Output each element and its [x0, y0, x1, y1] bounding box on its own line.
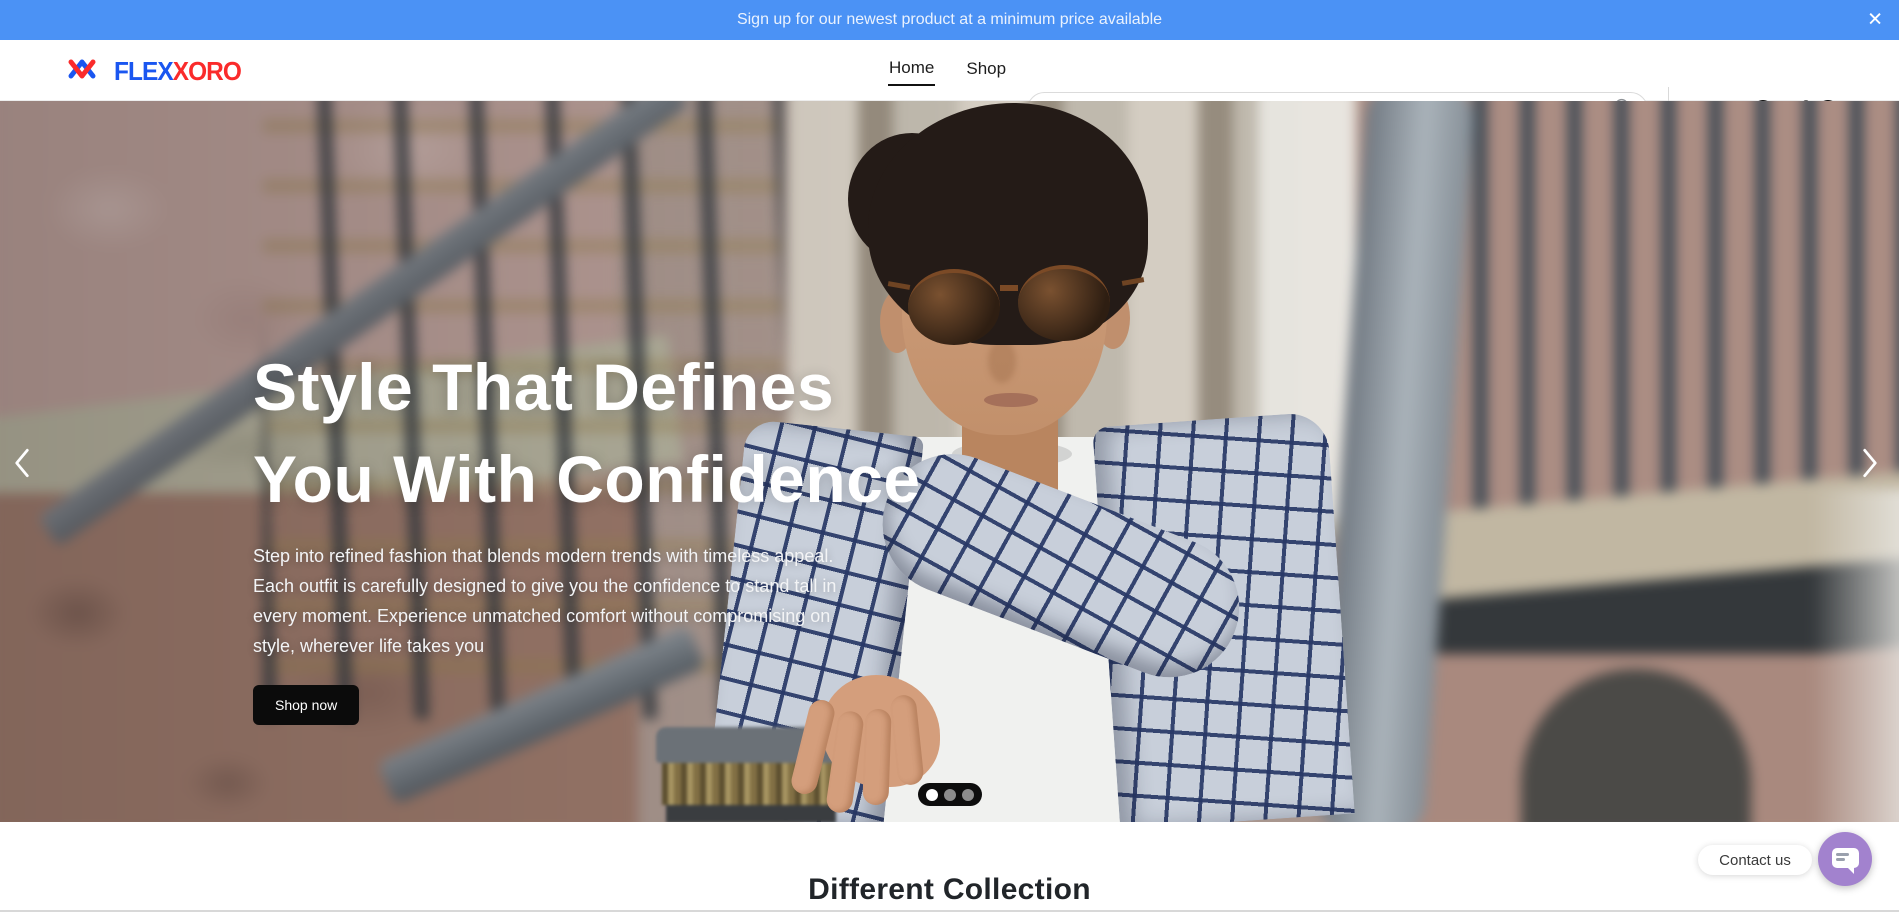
hero-heading: Style That Defines You With Confidence	[253, 341, 921, 525]
close-icon[interactable]: ✕	[1867, 11, 1883, 30]
shop-now-button[interactable]: Shop now	[253, 685, 359, 725]
hero-heading-line2: You With Confidence	[253, 433, 921, 525]
nav-item-shop[interactable]: Shop	[965, 55, 1007, 85]
brand-name-red: XORO	[173, 56, 241, 86]
chat-bubble-icon	[1832, 848, 1859, 868]
hero-paragraph-line: Each outfit is carefully designed to giv…	[253, 571, 836, 601]
carousel-next-arrow-icon[interactable]	[1860, 446, 1880, 483]
hero-carousel: Style That Defines You With Confidence S…	[0, 101, 1899, 822]
storefront-page: Sign up for our newest product at a mini…	[0, 0, 1899, 915]
carousel-dot-1[interactable]	[926, 789, 938, 801]
hero-paragraph-line: style, wherever life takes you	[253, 631, 836, 661]
section-title-different-collection: Different Collection	[0, 873, 1899, 907]
carousel-dot-2[interactable]	[944, 789, 956, 801]
hero-paragraph: Step into refined fashion that blends mo…	[253, 541, 836, 661]
contact-us-button[interactable]: Contact us	[1698, 845, 1812, 875]
hero-paragraph-line: every moment. Experience unmatched comfo…	[253, 601, 836, 631]
announcement-text: Sign up for our newest product at a mini…	[737, 11, 1162, 29]
brand-name: FLEXXORO	[114, 56, 241, 87]
site-header: FLEXXORO Home Shop 0	[0, 40, 1899, 101]
section-divider	[0, 910, 1899, 912]
brand-logo[interactable]: FLEXXORO	[64, 54, 249, 89]
model-sunglasses	[908, 259, 1124, 349]
main-nav: Home Shop	[888, 40, 1007, 100]
model-lips	[984, 393, 1038, 407]
chat-launcher-button[interactable]	[1818, 832, 1872, 886]
logo-mark-icon	[64, 54, 100, 89]
carousel-prev-arrow-icon[interactable]	[12, 446, 32, 483]
nav-item-home[interactable]: Home	[888, 54, 935, 86]
brand-name-blue: FLEX	[114, 56, 173, 86]
hero-paragraph-line: Step into refined fashion that blends mo…	[253, 541, 836, 571]
hero-heading-line1: Style That Defines	[253, 341, 921, 433]
announcement-bar: Sign up for our newest product at a mini…	[0, 0, 1899, 40]
carousel-dot-3[interactable]	[962, 789, 974, 801]
model-finger	[862, 709, 891, 806]
carousel-dots	[918, 783, 982, 806]
